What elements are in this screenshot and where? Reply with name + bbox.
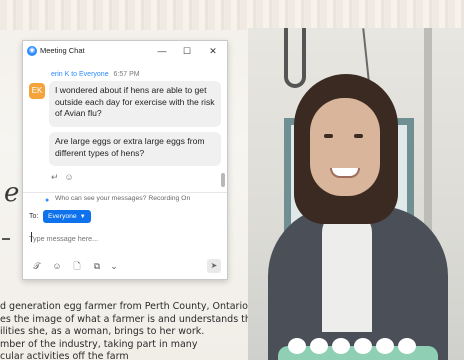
emoji-icon[interactable]: ☺ [51, 260, 63, 272]
avatar: EK [29, 83, 45, 99]
article-line: d generation egg farmer from Perth Count… [0, 301, 248, 312]
eye [324, 134, 333, 138]
more-options-icon[interactable]: ⌄ [108, 260, 120, 272]
egg [354, 338, 372, 354]
egg [398, 338, 416, 354]
format-text-icon[interactable]: 𝒯 [31, 260, 43, 272]
article-line: mber of the industry, taking part in man… [0, 338, 198, 350]
screenshot-icon[interactable]: ⧉ [91, 260, 103, 272]
privacy-notice[interactable]: ● Who can see your messages? Recording O… [23, 192, 227, 204]
chevron-down-icon: ▼ [79, 214, 86, 220]
send-button[interactable]: ➤ [207, 259, 221, 273]
paper-texture-strip [0, 0, 464, 30]
meeting-chat-window: ◉ Meeting Chat — ☐ ✕ erin K to Everyone … [22, 40, 228, 280]
message-input[interactable] [29, 230, 221, 246]
article-line: ilities she, as a woman, brings to her w… [0, 326, 205, 338]
article-line: es the image of what a farmer is and und… [0, 313, 250, 325]
chat-message-bubble: I wondered about if hens are able to get… [49, 81, 221, 127]
people-icon: ● [45, 197, 50, 204]
eye [354, 134, 363, 138]
article-line: cular activities off the farm [0, 351, 129, 360]
zoom-app-icon: ◉ [27, 46, 37, 56]
recipient-label: Everyone [48, 213, 77, 220]
file-icon[interactable]: 🗋 [71, 260, 83, 272]
chat-scrollbar[interactable] [221, 173, 225, 187]
chat-titlebar[interactable]: ◉ Meeting Chat — ☐ ✕ [23, 41, 227, 61]
egg [288, 338, 306, 354]
privacy-notice-text: Who can see your messages? Recording On [55, 195, 191, 202]
dash-mark [2, 238, 10, 240]
farmer-photo [248, 28, 464, 360]
message-actions: ↵ ☺ [51, 172, 80, 183]
egg [332, 338, 350, 354]
message-header: erin K to Everyone 6:57 PM [51, 71, 140, 78]
shirt [322, 212, 372, 332]
message-time: 6:57 PM [113, 71, 140, 78]
script-letter-fragment: e [4, 178, 20, 208]
article-text: d generation egg farmer from Perth Count… [0, 301, 250, 360]
egg [376, 338, 394, 354]
maximize-button[interactable]: ☐ [180, 44, 194, 58]
face [310, 98, 380, 196]
add-reaction-icon[interactable]: ☺ [65, 172, 74, 182]
text-caret [31, 232, 32, 242]
to-label: To: [29, 213, 39, 220]
recipient-dropdown[interactable]: Everyone ▼ [43, 210, 91, 223]
chat-title: Meeting Chat [40, 46, 85, 55]
egg [310, 338, 328, 354]
message-sender[interactable]: erin K to Everyone [51, 71, 109, 78]
reply-icon[interactable]: ↵ [51, 172, 59, 182]
minimize-button[interactable]: — [155, 44, 169, 58]
chat-message-bubble: Are large eggs or extra large eggs from … [49, 132, 221, 166]
hanging-ring [284, 28, 306, 88]
close-button[interactable]: ✕ [206, 44, 220, 58]
